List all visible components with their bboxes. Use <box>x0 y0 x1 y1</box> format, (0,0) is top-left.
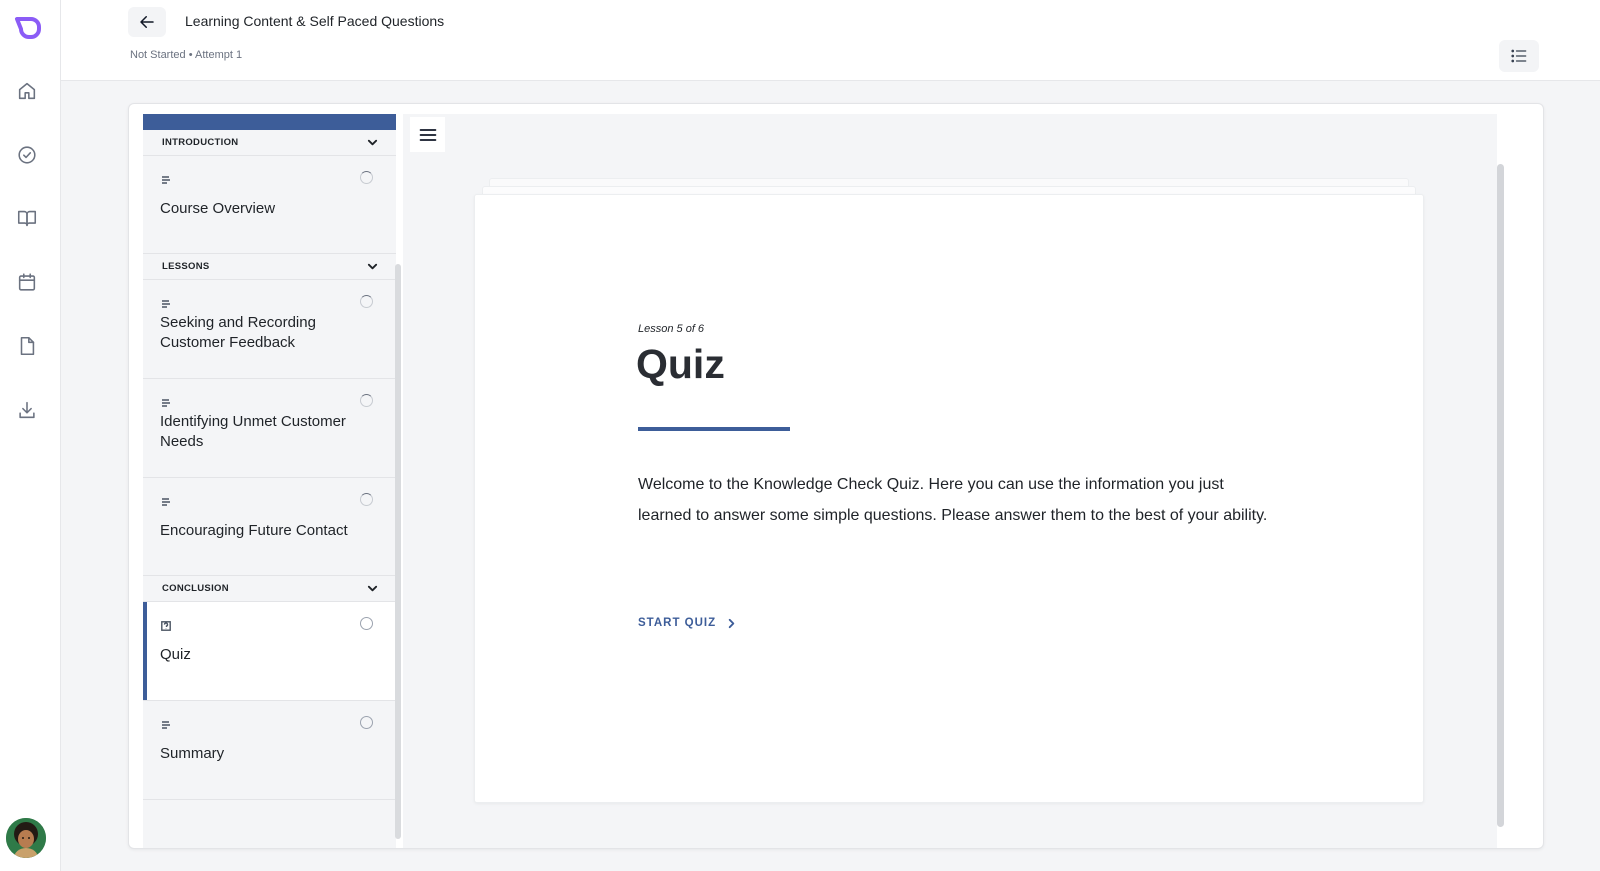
lesson-unmet-needs[interactable]: Identifying Unmet Customer Needs <box>143 379 396 478</box>
progress-status-icon <box>360 394 373 407</box>
course-player: INTRODUCTION Course Overview LESSONS See… <box>128 103 1544 849</box>
left-nav-rail <box>0 0 61 871</box>
section-header-conclusion[interactable]: CONCLUSION <box>143 576 396 602</box>
list-icon <box>1511 49 1527 63</box>
logo-icon[interactable] <box>11 13 41 43</box>
title-divider <box>638 427 790 431</box>
section-header-lessons[interactable]: LESSONS <box>143 254 396 280</box>
lesson-title: Seeking and Recording Customer Feedback <box>160 314 316 351</box>
start-quiz-button[interactable]: START QUIZ <box>638 617 737 629</box>
lesson-title: Course Overview <box>160 200 276 217</box>
chevron-down-icon <box>367 139 378 146</box>
start-quiz-label: START QUIZ <box>638 617 717 629</box>
lesson-course-overview[interactable]: Course Overview <box>143 156 396 254</box>
badge-check-icon[interactable] <box>15 143 39 167</box>
chevron-down-icon <box>367 585 378 592</box>
lesson-title: Encouraging Future Contact <box>160 522 348 539</box>
course-outline-sidebar: INTRODUCTION Course Overview LESSONS See… <box>143 114 396 848</box>
lesson-seeking-feedback[interactable]: Seeking and Recording Customer Feedback <box>143 280 396 379</box>
lesson-summary[interactable]: Summary <box>143 701 396 800</box>
chevron-right-icon <box>728 618 735 628</box>
chevron-down-icon <box>367 263 378 270</box>
progress-status-icon <box>360 295 373 308</box>
text-lesson-icon <box>161 717 171 729</box>
calendar-icon[interactable] <box>15 270 39 294</box>
back-button[interactable] <box>128 7 166 37</box>
lesson-title: Summary <box>160 745 225 762</box>
download-icon[interactable] <box>15 398 39 422</box>
lesson-title: Quiz <box>636 341 725 387</box>
hamburger-icon <box>419 128 436 141</box>
progress-status-icon <box>360 493 373 506</box>
section-label: LESSONS <box>162 261 210 272</box>
lesson-quiz[interactable]: Quiz <box>143 602 396 701</box>
avatar[interactable] <box>6 818 46 858</box>
section-label: INTRODUCTION <box>162 137 239 148</box>
text-lesson-icon <box>161 172 171 184</box>
book-icon[interactable] <box>15 206 39 230</box>
top-header: Learning Content & Self Paced Questions … <box>61 0 1600 81</box>
outline-toggle-button[interactable] <box>1499 40 1539 72</box>
progress-status-icon <box>360 617 373 630</box>
lesson-counter: Lesson 5 of 6 <box>638 323 705 335</box>
course-title: Learning Content & Self Paced Questions <box>185 13 445 29</box>
home-icon[interactable] <box>15 79 39 103</box>
lesson-title: Quiz <box>160 646 191 663</box>
lesson-title: Identifying Unmet Customer Needs <box>160 413 346 450</box>
hamburger-menu-button[interactable] <box>410 117 445 152</box>
lesson-card: Lesson 5 of 6 Quiz Welcome to the Knowle… <box>474 194 1424 803</box>
file-icon[interactable] <box>15 334 39 358</box>
attempt-status: Not Started • Attempt 1 <box>130 49 243 61</box>
sidebar-scrollbar[interactable] <box>395 264 401 839</box>
section-label: CONCLUSION <box>162 583 229 594</box>
lesson-content-area: Lesson 5 of 6 Quiz Welcome to the Knowle… <box>403 114 1497 848</box>
text-lesson-icon <box>161 494 171 506</box>
lesson-description: Welcome to the Knowledge Check Quiz. Her… <box>638 476 1268 524</box>
progress-status-icon <box>360 171 373 184</box>
arrow-left-icon <box>140 16 154 28</box>
lesson-future-contact[interactable]: Encouraging Future Contact <box>143 478 396 576</box>
progress-status-icon <box>360 716 373 729</box>
content-scrollbar[interactable] <box>1497 164 1504 827</box>
text-lesson-icon <box>161 296 171 308</box>
text-lesson-icon <box>161 395 171 407</box>
section-header-introduction[interactable]: INTRODUCTION <box>143 130 396 156</box>
outline-header-bar <box>143 114 396 130</box>
quiz-lesson-icon <box>161 618 171 631</box>
